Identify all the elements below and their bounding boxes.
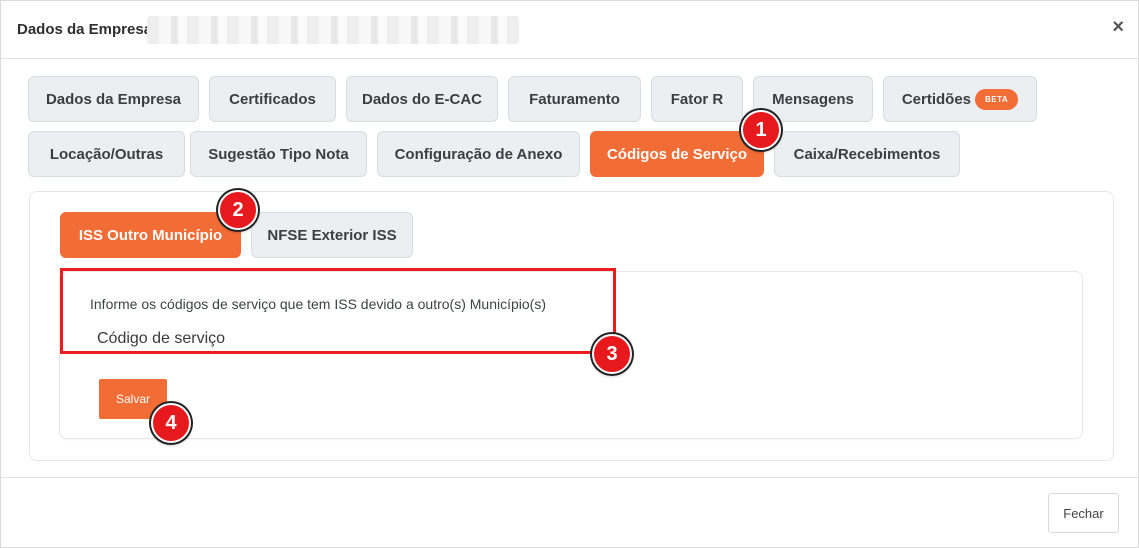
tab-locacao-outras[interactable]: Locação/Outras	[28, 131, 185, 177]
tab-dados-da-empresa[interactable]: Dados da Empresa	[28, 76, 199, 122]
tab-fator-r[interactable]: Fator R	[651, 76, 743, 122]
tab-codigos-de-servico[interactable]: Códigos de Serviço	[590, 131, 764, 177]
tab-caixa-recebimentos[interactable]: Caixa/Recebimentos	[774, 131, 960, 177]
modal-title: Dados da Empresa	[17, 21, 153, 38]
tab-certidoes[interactable]: Certidões BETA	[883, 76, 1037, 122]
subtab-iss-outro-municipio[interactable]: ISS Outro Município	[60, 212, 241, 258]
company-data-modal: Dados da Empresa × Dados da Empresa Cert…	[0, 0, 1139, 548]
close-icon[interactable]: ×	[1112, 17, 1124, 37]
beta-badge: BETA	[975, 88, 1019, 110]
tab-dados-do-e-cac[interactable]: Dados do E-CAC	[346, 76, 498, 122]
fechar-button[interactable]: Fechar	[1048, 493, 1119, 533]
step-marker-2: 2	[218, 190, 258, 230]
highlight-box	[60, 268, 616, 354]
step-marker-3: 3	[592, 334, 632, 374]
tab-configuracao-de-anexo[interactable]: Configuração de Anexo	[377, 131, 580, 177]
tab-certificados[interactable]: Certificados	[209, 76, 336, 122]
subtab-nfse-exterior-iss[interactable]: NFSE Exterior ISS	[251, 212, 413, 258]
tab-sugestao-tipo-nota[interactable]: Sugestão Tipo Nota	[190, 131, 367, 177]
footer-divider	[1, 477, 1138, 478]
redacted-company-name	[147, 16, 519, 44]
tab-faturamento[interactable]: Faturamento	[508, 76, 641, 122]
step-marker-1: 1	[741, 110, 781, 150]
modal-header: Dados da Empresa ×	[1, 1, 1138, 59]
step-marker-4: 4	[151, 403, 191, 443]
